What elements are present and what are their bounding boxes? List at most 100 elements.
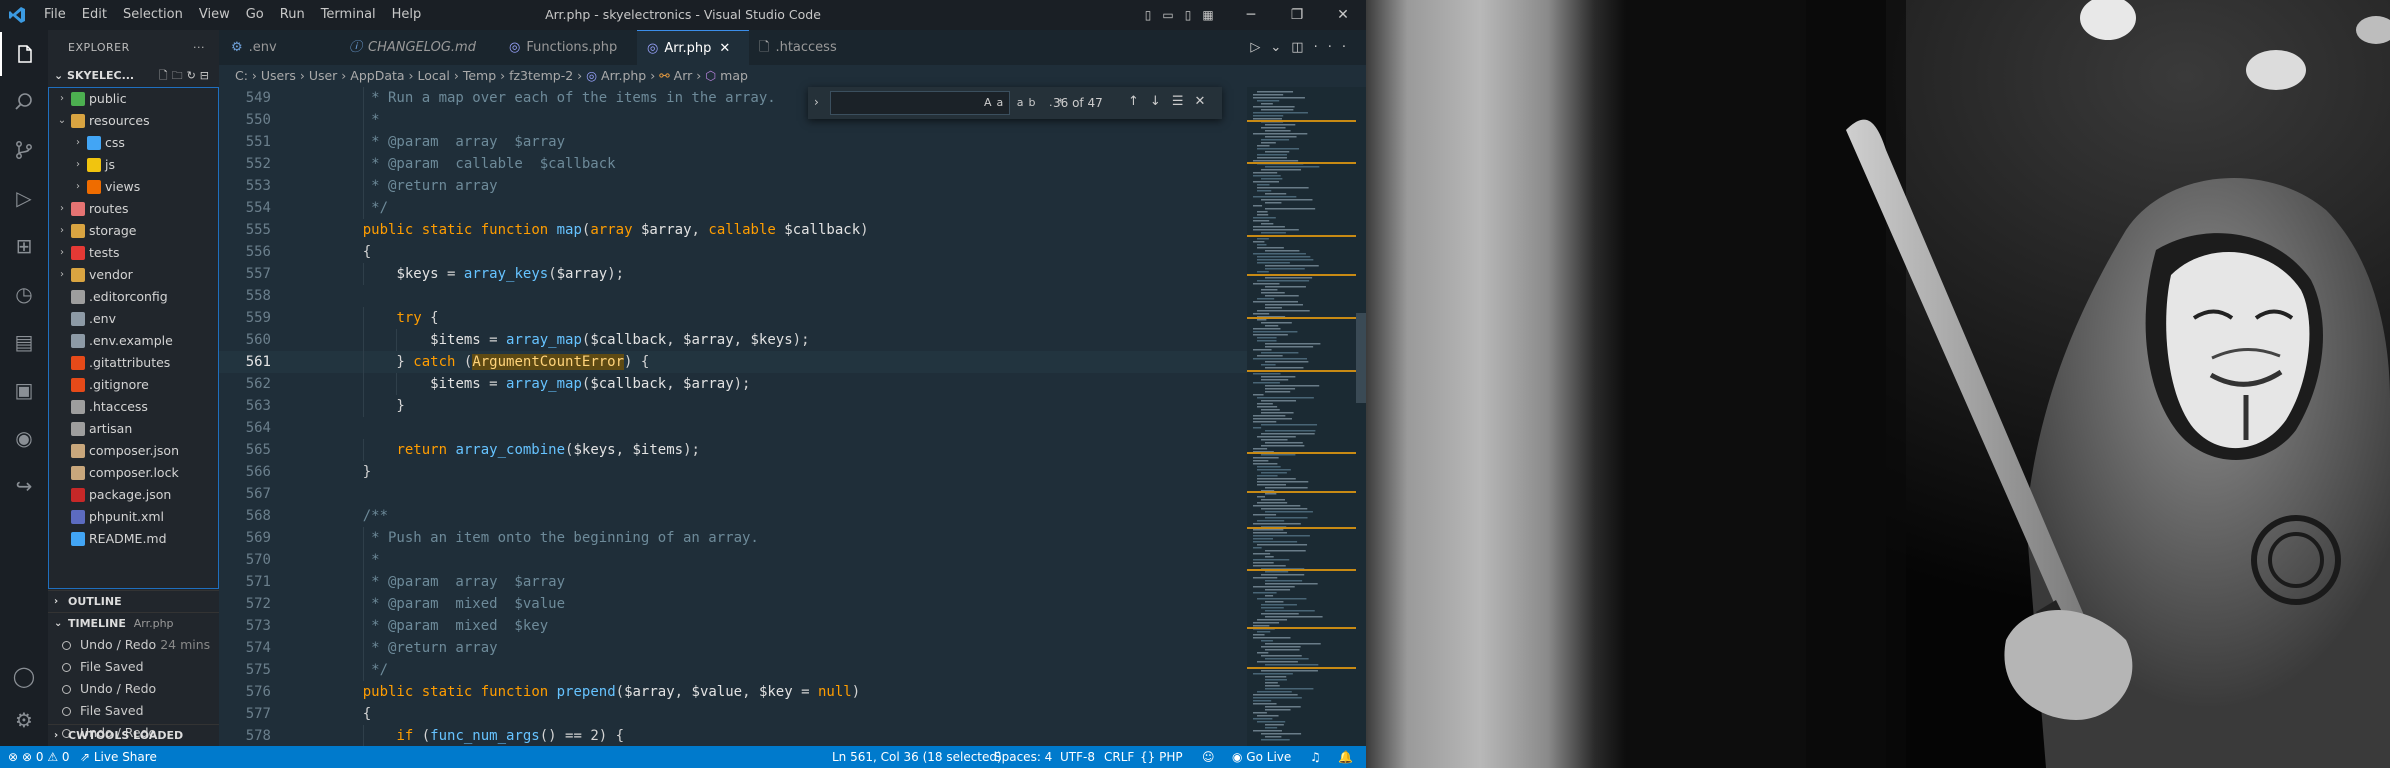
split-editor-icon[interactable]: ◫ [1291, 40, 1313, 55]
close-find-icon[interactable]: ✕ [1194, 94, 1216, 109]
tree-item[interactable]: › vendor [49, 264, 218, 286]
code-line[interactable]: 566 } [219, 461, 1247, 483]
code-line[interactable]: 567 [219, 483, 1247, 505]
tree-item[interactable]: .htaccess [49, 396, 218, 418]
code-line[interactable]: 577 { [219, 703, 1247, 725]
timeline-icon[interactable]: ◷ [0, 272, 48, 316]
code-line[interactable]: 564 [219, 417, 1247, 439]
minimap[interactable] [1247, 87, 1366, 746]
toggle-secondary-sidebar-icon[interactable]: ▯ [1178, 0, 1198, 30]
breadcrumb-path[interactable]: C: › Users › User › AppData › Local › Te… [235, 68, 582, 83]
problems-indicator[interactable]: ⊗ 0 ⚠ 0 [22, 746, 70, 768]
code-line[interactable]: 559 try { [219, 307, 1247, 329]
menu-run[interactable]: Run [272, 0, 313, 30]
tree-item[interactable]: › tests [49, 242, 218, 264]
find-input[interactable] [830, 91, 1010, 115]
code-line[interactable]: 554 */ [219, 197, 1247, 219]
tree-item[interactable]: › public [49, 88, 218, 110]
customize-layout-icon[interactable]: ▦ [1198, 0, 1218, 30]
accounts-icon[interactable]: ◯ [0, 654, 48, 698]
tab-arr-php[interactable]: ◎ Arr.php ✕ [637, 30, 749, 65]
go-live-button[interactable]: ◉ Go Live [1232, 746, 1291, 768]
run-debug-icon[interactable]: ▷ [0, 176, 48, 220]
explorer-icon[interactable] [0, 32, 48, 76]
code-line[interactable]: 571 * @param array $array [219, 571, 1247, 593]
menu-file[interactable]: File [36, 0, 74, 30]
live-share-icon[interactable]: ↪ [0, 464, 48, 508]
remote-icon[interactable]: ⊗ [8, 746, 18, 768]
feedback-icon[interactable]: ☺ [1202, 746, 1215, 768]
close-window-icon[interactable]: ✕ [1320, 0, 1366, 30]
code-editor[interactable]: 549 * Run a map over each of the items i… [219, 87, 1247, 746]
language-mode[interactable]: {} PHP [1140, 746, 1183, 768]
code-line[interactable]: 557 $keys = array_keys($array); [219, 263, 1247, 285]
menu-selection[interactable]: Selection [115, 0, 191, 30]
tree-item[interactable]: .env [49, 308, 218, 330]
breadcrumb-class[interactable]: Arr [674, 68, 693, 83]
code-line[interactable]: 561 } catch (ArgumentCountError) { [219, 351, 1247, 373]
code-line[interactable]: 556 { [219, 241, 1247, 263]
code-line[interactable]: 572 * @param mixed $value [219, 593, 1247, 615]
tree-item[interactable]: › js [49, 154, 218, 176]
more-actions-icon[interactable]: ··· [1314, 40, 1356, 55]
tree-item[interactable]: › views [49, 176, 218, 198]
live-share-button[interactable]: ⇗ Live Share [80, 746, 157, 768]
menu-edit[interactable]: Edit [74, 0, 115, 30]
tree-item[interactable]: composer.lock [49, 462, 218, 484]
tab-changelog[interactable]: ⓘ CHANGELOG.md [349, 30, 499, 65]
previous-match-icon[interactable]: ↑ [1128, 94, 1150, 109]
tree-item[interactable]: README.md [49, 528, 218, 550]
tree-item[interactable]: package.json [49, 484, 218, 506]
toggle-replace-icon[interactable]: › [814, 95, 819, 109]
tree-item[interactable]: ⌄ resources [49, 110, 218, 132]
code-line[interactable]: 568 /** [219, 505, 1247, 527]
tree-item[interactable]: .editorconfig [49, 286, 218, 308]
code-line[interactable]: 578 if (func_num_args() == 2) { [219, 725, 1247, 746]
code-line[interactable]: 576 public static function prepend($arra… [219, 681, 1247, 703]
next-match-icon[interactable]: ↓ [1150, 94, 1172, 109]
notifications-icon[interactable]: 🔔 [1338, 746, 1353, 768]
tree-item[interactable]: phpunit.xml [49, 506, 218, 528]
source-control-icon[interactable] [0, 128, 48, 172]
timeline-item[interactable]: Undo / Redo [48, 678, 219, 700]
minimize-icon[interactable]: ─ [1228, 0, 1274, 30]
code-line[interactable]: 558 [219, 285, 1247, 307]
workspace-header[interactable]: ⌄ SKYELEC... 🗋🗀↻⊟ [48, 65, 219, 87]
find-in-selection-icon[interactable]: ☰ [1172, 94, 1195, 109]
timeline-item[interactable]: File Saved [48, 656, 219, 678]
tree-item[interactable]: › storage [49, 220, 218, 242]
scrollbar-thumb[interactable] [1356, 313, 1366, 403]
workspace-actions[interactable]: 🗋🗀↻⊟ [159, 65, 213, 87]
toggle-sidebar-icon[interactable]: ▯ [1138, 0, 1158, 30]
code-line[interactable]: 573 * @param mixed $key [219, 615, 1247, 637]
breadcrumb-method[interactable]: map [720, 68, 748, 83]
menu-go[interactable]: Go [238, 0, 272, 30]
tree-item[interactable]: artisan [49, 418, 218, 440]
breadcrumb-file[interactable]: Arr.php [601, 68, 646, 83]
timeline-item[interactable]: Undo / Redo 24 mins [48, 634, 219, 656]
cursor-position[interactable]: Ln 561, Col 36 (18 selected) [832, 746, 1002, 768]
code-line[interactable]: 552 * @param callable $callback [219, 153, 1247, 175]
bell-icon[interactable]: ♫ [1310, 746, 1321, 768]
tab-functions[interactable]: ◎ Functions.php [509, 30, 637, 65]
tree-item[interactable]: .gitignore [49, 374, 218, 396]
timeline-item[interactable]: File Saved [48, 700, 219, 722]
code-line[interactable]: 555 public static function map(array $ar… [219, 219, 1247, 241]
tree-item[interactable]: .env.example [49, 330, 218, 352]
code-line[interactable]: 575 */ [219, 659, 1247, 681]
code-line[interactable]: 563 } [219, 395, 1247, 417]
settings-gear-icon[interactable]: ⚙ [0, 698, 48, 742]
menu-help[interactable]: Help [384, 0, 430, 30]
code-line[interactable]: 574 * @return array [219, 637, 1247, 659]
code-line[interactable]: 570 * [219, 549, 1247, 571]
remote-explorer-icon[interactable]: ▤ [0, 320, 48, 364]
github-icon[interactable]: ◉ [0, 416, 48, 460]
code-line[interactable]: 562 $items = array_map($callback, $array… [219, 373, 1247, 395]
menu-view[interactable]: View [191, 0, 238, 30]
close-tab-icon[interactable]: ✕ [719, 41, 730, 56]
code-line[interactable]: 569 * Push an item onto the beginning of… [219, 527, 1247, 549]
tree-item[interactable]: › css [49, 132, 218, 154]
toggle-panel-icon[interactable]: ▭ [1158, 0, 1178, 30]
tab-htaccess[interactable]: 🗋 .htaccess [759, 30, 859, 65]
more-actions-icon[interactable]: ··· [193, 30, 205, 65]
